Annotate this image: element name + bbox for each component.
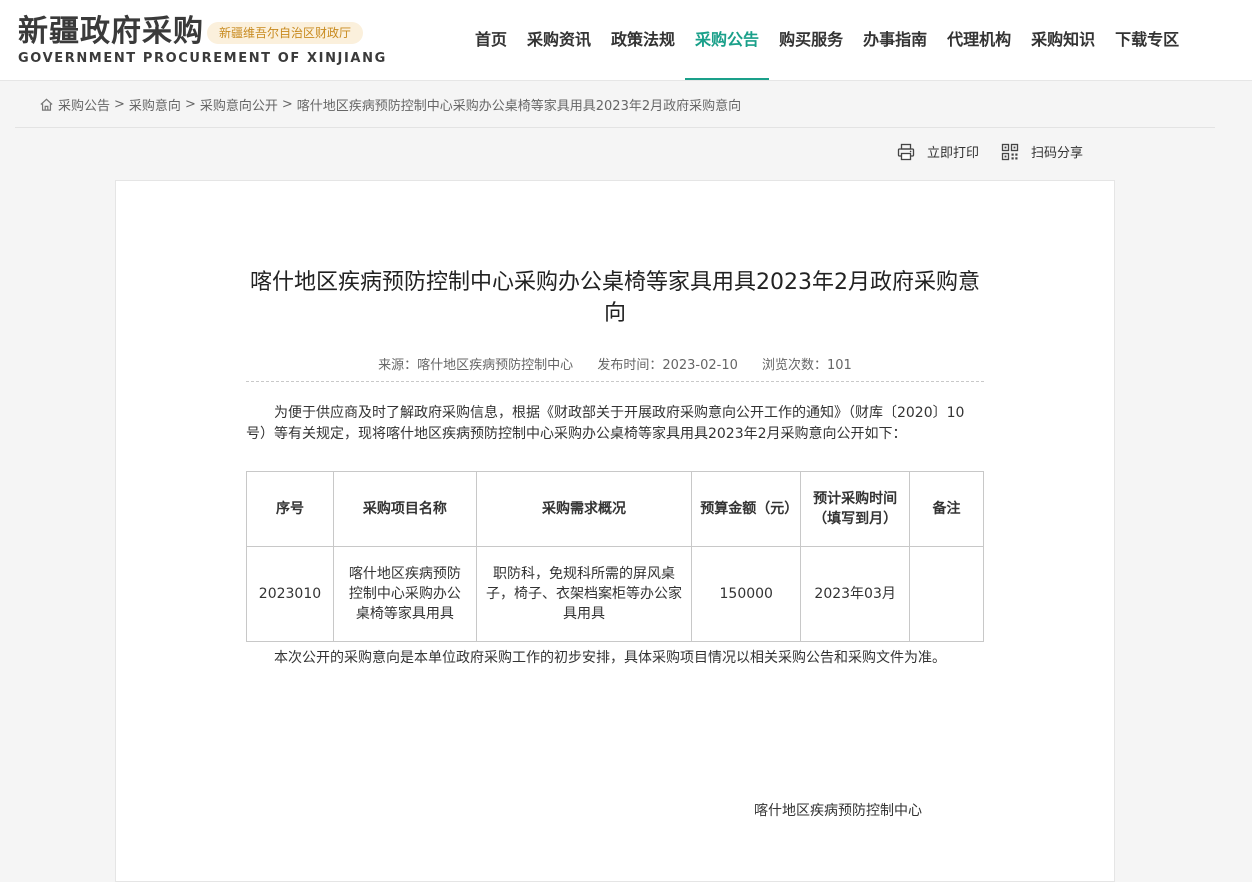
nav-item-home[interactable]: 首页 [465,0,517,80]
nav-item-policy[interactable]: 政策法规 [601,0,685,80]
article-intro: 为便于供应商及时了解政府采购信息，根据《财政部关于开展政府采购意向公开工作的通知… [246,405,965,442]
table-header-cell: 序号 [246,471,334,547]
nav-item-news[interactable]: 采购资讯 [517,0,601,80]
breadcrumb-link-announcements[interactable]: 采购公告 [58,95,110,114]
breadcrumb-current: 喀什地区疾病预防控制中心采购办公桌椅等家具用具2023年2月政府采购意向 [296,99,742,114]
breadcrumb-separator: > [184,97,196,112]
table-cell: 职防科，免规科所需的屏风桌子，椅子、衣架档案柜等办公家具用具 [475,546,693,642]
meta-divider [246,381,984,382]
main-nav: 首页 采购资讯 政策法规 采购公告 购买服务 办事指南 代理机构 采购知识 下载… [465,0,1189,80]
print-button[interactable]: 立即打印 [897,142,979,161]
breadcrumb-link-intentions[interactable]: 采购意向 [129,95,181,114]
article-publish-time: 发布时间：2023-02-10 [597,358,738,373]
printer-icon [897,143,915,160]
qrcode-icon [1001,143,1019,160]
nav-item-agencies[interactable]: 代理机构 [937,0,1021,80]
table-header-cell: 采购项目名称 [332,471,477,547]
procurement-table: 序号 采购项目名称 采购需求概况 预算金额（元） 预计采购时间（填写到月） 备注… [246,471,984,642]
breadcrumb-separator: > [281,97,293,112]
table-cell [909,546,984,642]
breadcrumb-separator: > [114,97,125,112]
article-tools: 立即打印 扫码分享 [897,142,1105,161]
table-cell: 150000 [691,546,802,642]
table-header-cell: 预计采购时间（填写到月） [800,471,911,547]
table-header-cell: 备注 [909,471,984,547]
table-header-cell: 预算金额（元） [691,471,802,547]
article-closing: 本次公开的采购意向是本单位政府采购工作的初步安排，具体采购项目情况以相关采购公告… [274,650,946,666]
share-qrcode-button[interactable]: 扫码分享 [1001,142,1083,161]
nav-item-guide[interactable]: 办事指南 [853,0,937,80]
print-label: 立即打印 [927,146,980,161]
article-signature: 喀什地区疾病预防控制中心 [754,803,922,819]
table-header-cell: 采购需求概况 [475,471,693,547]
table-row: 2023010 喀什地区疾病预防控制中心采购办公桌椅等家具用具 职防科，免规科所… [246,546,984,642]
breadcrumb: 采购公告 > 采购意向 > 采购意向公开 > 喀什地区疾病预防控制中心采购办公桌… [39,95,741,114]
home-icon[interactable] [39,97,54,112]
table-cell: 2023年03月 [800,546,911,642]
article-view-count: 浏览次数：101 [762,358,852,373]
site-header: 新疆政府采购 新疆维吾尔自治区财政厅 GOVERNMENT PROCUREMEN… [0,0,1252,81]
site-logo-subtitle: GOVERNMENT PROCUREMENT OF XINJIANG [18,51,387,66]
nav-item-services[interactable]: 购买服务 [769,0,853,80]
article-meta: 来源：喀什地区疾病预防控制中心 发布时间：2023-02-10 浏览次数：101 [246,354,984,373]
nav-item-announcements[interactable]: 采购公告 [685,0,770,80]
article-source: 来源：喀什地区疾病预防控制中心 [378,358,574,373]
site-logo-title[interactable]: 新疆政府采购 [18,14,204,50]
table-header-row: 序号 采购项目名称 采购需求概况 预算金额（元） 预计采购时间（填写到月） 备注 [246,471,984,547]
site-logo-badge: 新疆维吾尔自治区财政厅 [207,22,364,44]
breadcrumb-link-intention-disclosure[interactable]: 采购意向公开 [200,95,278,114]
article-title: 喀什地区疾病预防控制中心采购办公桌椅等家具用具2023年2月政府采购意向 [250,270,980,326]
article-card: 喀什地区疾病预防控制中心采购办公桌椅等家具用具2023年2月政府采购意向 来源：… [115,180,1115,882]
nav-item-knowledge[interactable]: 采购知识 [1021,0,1105,80]
table-cell: 2023010 [246,546,334,642]
share-label: 扫码分享 [1031,146,1084,161]
nav-item-downloads[interactable]: 下载专区 [1105,0,1189,80]
breadcrumb-bar: 采购公告 > 采购意向 > 采购意向公开 > 喀什地区疾病预防控制中心采购办公桌… [15,81,1215,128]
table-cell: 喀什地区疾病预防控制中心采购办公桌椅等家具用具 [332,546,477,642]
